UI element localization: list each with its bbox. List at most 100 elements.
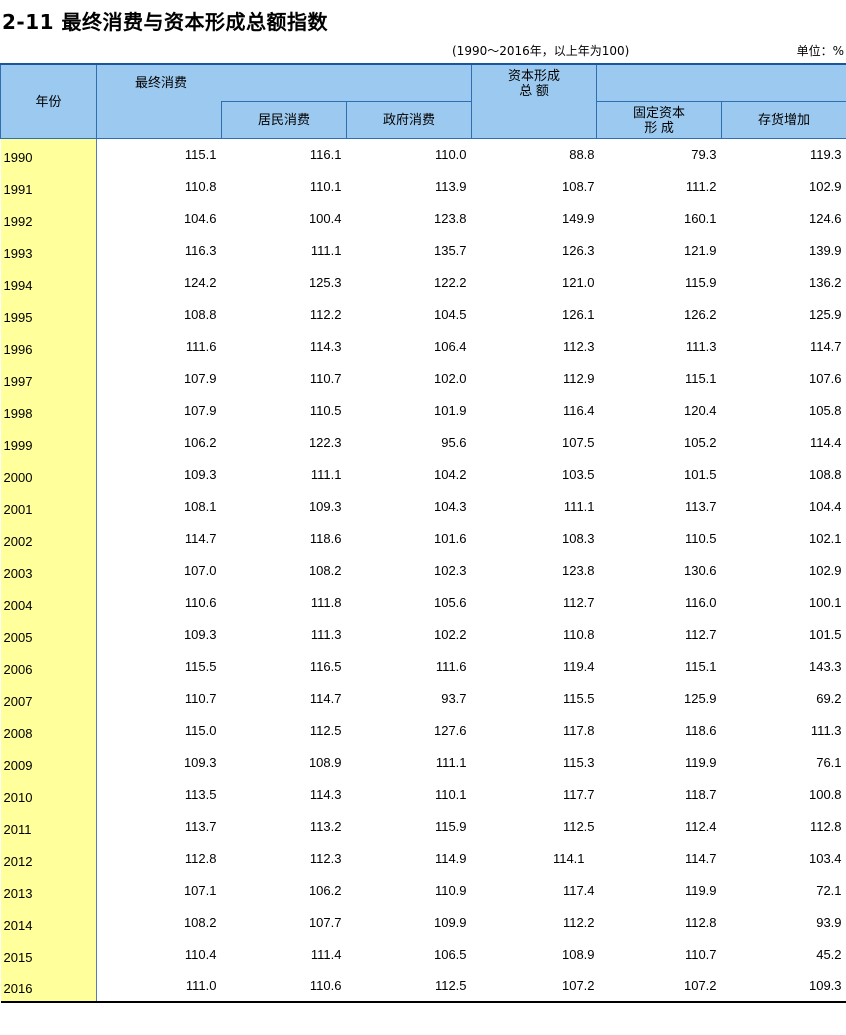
year-cell: 2015 [0, 938, 97, 970]
year-cell: 1998 [0, 394, 97, 426]
inventory-cell: 101.5 [808, 626, 842, 642]
year-cell: 2013 [0, 874, 97, 906]
final-consumption-cell: 109.3 [183, 466, 217, 482]
inventory-cell: 139.9 [808, 242, 842, 258]
inventory-cell: 143.3 [808, 658, 842, 674]
inventory-cell: 111.3 [810, 722, 842, 738]
table-row: 1995 108.8 112.2 104.5 126.1 126.2 125.9 [0, 298, 846, 330]
final-consumption-cell: 107.9 [183, 402, 217, 418]
government-cell: 112.5 [346, 970, 472, 1003]
table-header: 年份 最终消费 资本形成 总 额 居民消费 政府消费 固定资本 形 成 存货增加 [0, 63, 846, 139]
household-cell: 113.2 [309, 818, 342, 834]
fixed-cell: 112.4 [684, 818, 717, 834]
table-note: (1990～2016年，以上年为100) [452, 44, 630, 58]
inventory-cell: 119.3 [809, 146, 842, 162]
table-row: 2013 107.1 106.2 110.9 117.4 119.9 72.1 [0, 874, 846, 906]
fixed-cell: 113.7 [684, 498, 717, 514]
inventory-cell: 102.9 [808, 562, 842, 578]
gcf-cell: 112.3 [562, 338, 595, 354]
table-row: 1990 115.1 116.1 110.0 88.8 79.3 119.3 [0, 138, 846, 170]
fixed-cell: 111.3 [685, 338, 717, 354]
header-gcf-line1: 资本形成 [508, 68, 561, 83]
year-cell: 2006 [0, 650, 97, 682]
gcf-cell: 112.5 [562, 818, 595, 834]
year-cell: 2002 [0, 522, 97, 554]
government-cell: 127.6 [433, 722, 467, 738]
fixed-cell: 126.2 [683, 306, 717, 322]
table-row: 1997 107.9 110.7 102.0 112.9 115.1 107.6 [0, 362, 846, 394]
table-row: 2011 113.7 113.2 115.9 112.5 112.4 112.8 [0, 810, 846, 842]
household-cell: 100.4 [308, 210, 342, 226]
header-gcf-line2: 总 额 [519, 83, 549, 98]
year-cell: 2005 [0, 618, 97, 650]
government-cell: 110.1 [434, 786, 467, 802]
final-consumption-cell: 113.5 [184, 786, 217, 802]
header-inventory: 存货增加 [721, 100, 846, 139]
final-consumption-cell: 111.0 [96, 970, 222, 1003]
header-fixed-line1: 固定资本 [633, 104, 686, 120]
gcf-cell: 112.9 [562, 370, 595, 386]
fixed-cell: 115.1 [684, 370, 717, 386]
year-cell: 2003 [0, 554, 97, 586]
table-row: 2015 110.4 111.4 106.5 108.9 110.7 45.2 [0, 938, 846, 970]
table-row: 2005 109.3 111.3 102.2 110.8 112.7 101.5 [0, 618, 846, 650]
year-cell: 1991 [0, 170, 97, 202]
government-cell: 110.0 [434, 146, 467, 162]
final-consumption-cell: 114.7 [184, 530, 217, 546]
year-cell: 2014 [0, 906, 97, 938]
table-row: 1993 116.3 111.1 135.7 126.3 121.9 139.9 [0, 234, 846, 266]
household-cell: 114.7 [309, 690, 342, 706]
fixed-cell: 118.6 [684, 722, 717, 738]
table-row: 1998 107.9 110.5 101.9 116.4 120.4 105.8 [0, 394, 846, 426]
government-cell: 102.3 [433, 562, 467, 578]
table-row: 2008 115.0 112.5 127.6 117.8 118.6 111.3 [0, 714, 846, 746]
final-consumption-cell: 107.9 [183, 370, 217, 386]
household-cell: 112.2 [309, 306, 342, 322]
household-cell: 112.3 [309, 850, 342, 866]
gcf-cell: 108.3 [561, 530, 595, 546]
final-consumption-cell: 111.6 [185, 338, 217, 354]
inventory-cell: 93.9 [816, 914, 842, 930]
inventory-cell: 107.6 [808, 370, 842, 386]
gcf-cell: 121.0 [561, 274, 595, 290]
header-final-consumption: 最终消费 [95, 63, 473, 101]
government-cell: 93.7 [441, 690, 467, 706]
final-consumption-cell: 112.8 [184, 850, 217, 866]
table-row: 1996 111.6 114.3 106.4 112.3 111.3 114.7 [0, 330, 846, 362]
government-cell: 114.9 [434, 850, 467, 866]
government-cell: 104.5 [433, 306, 467, 322]
government-cell: 115.9 [434, 818, 467, 834]
fixed-cell: 160.1 [683, 210, 717, 226]
government-cell: 106.5 [433, 946, 467, 962]
year-cell: 1992 [0, 202, 97, 234]
inventory-cell: 114.4 [809, 434, 842, 450]
year-cell: 1999 [0, 426, 97, 458]
table-row: 2002 114.7 118.6 101.6 108.3 110.5 102.1 [0, 522, 846, 554]
inventory-cell: 100.1 [808, 594, 842, 610]
year-cell: 2009 [0, 746, 97, 778]
table-body: 1990 115.1 116.1 110.0 88.8 79.3 119.3 1991 110.… [0, 138, 846, 1003]
gcf-cell: 116.4 [562, 402, 595, 418]
household-cell: 110.7 [309, 370, 342, 386]
household-cell: 110.1 [309, 178, 342, 194]
government-cell: 101.6 [433, 530, 467, 546]
household-cell: 118.6 [309, 530, 342, 546]
fixed-cell: 111.2 [685, 178, 717, 194]
inventory-cell: 112.8 [809, 818, 842, 834]
household-cell: 110.5 [309, 402, 342, 418]
fixed-cell: 118.7 [684, 786, 717, 802]
final-consumption-cell: 108.8 [183, 306, 217, 322]
household-cell: 109.3 [308, 498, 342, 514]
header-household: 居民消费 [221, 100, 347, 139]
header-gcf-spacer [471, 101, 598, 139]
table-row: 1991 110.8 110.1 113.9 108.7 111.2 102.9 [0, 170, 846, 202]
final-consumption-cell: 107.0 [183, 562, 217, 578]
fixed-cell: 115.1 [684, 658, 717, 674]
government-cell: 104.2 [433, 466, 467, 482]
gcf-cell: 126.3 [561, 242, 595, 258]
household-cell: 108.9 [308, 754, 342, 770]
household-cell: 111.1 [310, 242, 342, 258]
final-consumption-cell: 110.7 [184, 690, 217, 706]
header-year: 年份 [0, 63, 97, 139]
household-cell: 116.5 [309, 658, 342, 674]
